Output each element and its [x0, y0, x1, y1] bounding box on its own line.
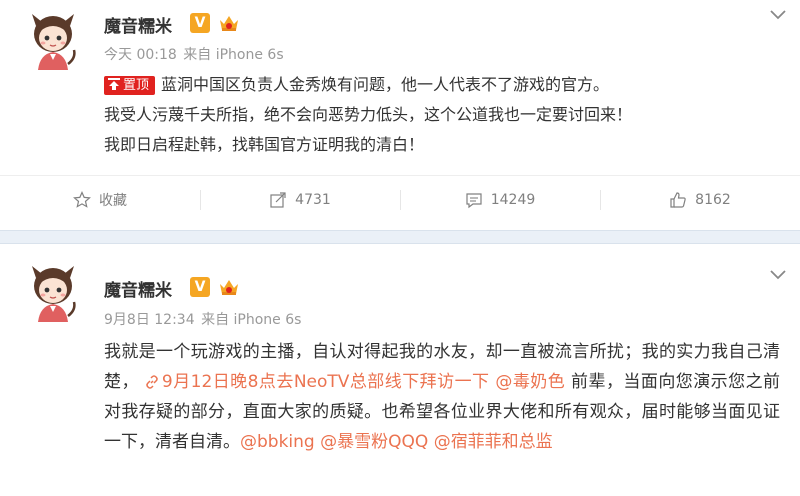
verified-badge-icon: V: [190, 277, 210, 297]
verified-badge-icon: V: [190, 13, 210, 33]
user-name[interactable]: 魔音糯米: [104, 276, 172, 301]
action-bar: 收藏 4731 14249 8162: [0, 175, 800, 223]
event-link[interactable]: 9月12日晚8点去NeoTV总部线下拜访一下: [145, 372, 490, 392]
post-line-2: 我受人污蔑千夫所指，绝不会向恶势力低头，这个公道我也一定要讨回来！: [104, 105, 633, 124]
link-icon: [146, 375, 158, 389]
like-icon: [670, 192, 686, 208]
comment-button[interactable]: 14249: [400, 176, 600, 224]
mention-link[interactable]: @宿菲菲和总监: [434, 432, 553, 452]
chevron-down-icon[interactable]: [768, 268, 788, 282]
vip-crown-icon: [220, 280, 238, 295]
post-meta: 9月8日 12:34 来自 iPhone 6s: [104, 309, 301, 329]
divider: [600, 190, 601, 210]
user-avatar[interactable]: [24, 8, 82, 70]
post-source: 来自 iPhone 6s: [183, 47, 284, 63]
vip-crown-icon: [220, 16, 238, 31]
mention-link[interactable]: @暴雪粉QQQ: [320, 432, 428, 452]
user-name[interactable]: 魔音糯米: [104, 12, 172, 37]
comment-icon: [466, 193, 482, 209]
post-card-1: 魔音糯米 V 今天 00:18 来自 iPhone 6s 置顶 蓝洞中国区负责人金…: [0, 0, 800, 230]
repost-icon: [270, 192, 286, 208]
like-button[interactable]: 8162: [600, 176, 800, 224]
pinned-badge: 置顶: [104, 76, 156, 95]
post-text: 我就是一个玩游戏的主播，自认对得起我的水友，却一直被流言所扰；我的实力我自己清楚…: [104, 337, 780, 457]
star-icon: [73, 191, 91, 208]
post-meta: 今天 00:18 来自 iPhone 6s: [104, 44, 284, 64]
divider: [200, 190, 201, 210]
mention-link[interactable]: @毒奶色: [495, 372, 565, 392]
mention-link[interactable]: @bbking: [240, 432, 315, 452]
post-line-3: 我即日启程赴韩，找韩国官方证明我的清白！: [104, 135, 425, 154]
chevron-down-icon[interactable]: [768, 8, 788, 22]
post-time[interactable]: 9月8日 12:34: [104, 312, 195, 328]
feed-separator: [0, 230, 800, 244]
user-avatar[interactable]: [24, 260, 82, 322]
post-line-1: 置顶 蓝洞中国区负责人金秀焕有问题，他一人代表不了游戏的官方。: [104, 70, 784, 100]
post-source: 来自 iPhone 6s: [201, 312, 302, 328]
repost-button[interactable]: 4731: [200, 176, 400, 224]
post-text: 置顶 蓝洞中国区负责人金秀焕有问题，他一人代表不了游戏的官方。 我受人污蔑千夫所指…: [104, 70, 784, 160]
pin-icon: [108, 78, 120, 90]
divider: [400, 190, 401, 210]
favorite-button[interactable]: 收藏: [0, 176, 200, 224]
post-time[interactable]: 今天 00:18: [104, 47, 177, 63]
